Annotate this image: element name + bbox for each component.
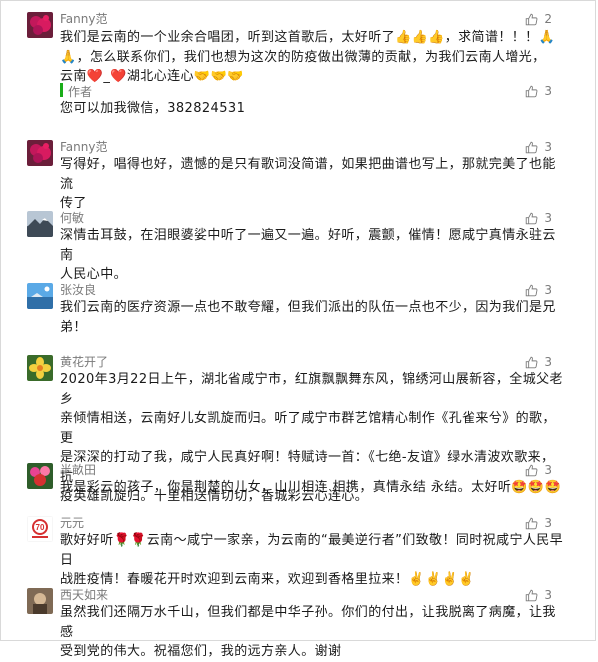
comment-author[interactable]: 西天如来: [60, 588, 108, 602]
like-count: 3: [544, 355, 552, 369]
like-button[interactable]: 2: [525, 12, 552, 26]
thumbs-up-outline-icon: [526, 464, 538, 476]
comment-line: 写得好，唱得也好，遗憾的是只有歌词没简谱，如果把曲谱也写上，那就完美了也能流: [60, 157, 556, 192]
thumbs-up-outline-icon: [526, 589, 538, 601]
like-button[interactable]: 3: [525, 211, 552, 225]
comment-line: 歌好好听🌹🌹云南～咸宁一家亲，为云南的“最美逆行者”们致敬！同时祝咸宁人民早日: [60, 533, 564, 568]
comment-author[interactable]: 半畝田: [60, 463, 96, 477]
comment-author[interactable]: 张汝良: [60, 283, 96, 297]
like-button[interactable]: 3: [525, 140, 552, 154]
comment-text: 歌好好听🌹🌹云南～咸宁一家亲，为云南的“最美逆行者”们致敬！同时祝咸宁人民早日 …: [60, 531, 565, 590]
author-reply-marker: [60, 83, 63, 97]
comment-line: 我们是云南的一个业余合唱团，听到这首歌后，太好听了👍👍👍，求简谱！！！🙏: [60, 30, 556, 45]
comment-text: 我是彩云的孩子，你是荆楚的儿女，山川相连 相携，真情永结 永结。太好听🤩🤩🤩: [60, 478, 565, 498]
comment-author[interactable]: 元元: [60, 516, 84, 530]
comment-line: 2020年3月22日上午，湖北省咸宁市，红旗飘飘舞东风，锦绣河山展新容，全城父老…: [60, 372, 563, 407]
comment-text: 虽然我们还隔万水千山，但我们都是中华子孙。你们的付出，让我脱离了病魔，让我感 受…: [60, 603, 565, 662]
comment-text: 写得好，唱得也好，遗憾的是只有歌词没简谱，如果把曲谱也写上，那就完美了也能流 传…: [60, 155, 565, 214]
avatar[interactable]: [27, 12, 53, 38]
like-button[interactable]: 3: [525, 283, 552, 297]
like-button[interactable]: 3: [525, 588, 552, 602]
like-count: 3: [544, 140, 552, 154]
comment-line: 深情击耳鼓，在泪眼婆娑中听了一遍又一遍。好听，震颤，催情！愿咸宁真情永驻云南: [60, 228, 556, 263]
comment-line: 战胜疫情！春暖花开时欢迎到云南来，欢迎到香格里拉来！✌️✌️✌️✌️: [60, 572, 475, 587]
svg-text:70: 70: [36, 523, 45, 532]
thumbs-up-outline-icon: [526, 141, 538, 153]
like-count: 3: [544, 516, 552, 530]
avatar[interactable]: [27, 588, 53, 614]
comment-text: 深情击耳鼓，在泪眼婆娑中听了一遍又一遍。好听，震颤，催情！愿咸宁真情永驻云南 人…: [60, 226, 565, 285]
comment-line: 🙏，怎么联系你们，我们也想为这次的防疫做出微薄的贡献，为我们云南人增光，: [60, 49, 546, 65]
comment-line: 虽然我们还隔万水千山，但我们都是中华子孙。你们的付出，让我脱离了病魔，让我感: [60, 605, 556, 640]
avatar[interactable]: [27, 463, 53, 489]
like-button[interactable]: 3: [525, 355, 552, 369]
like-button[interactable]: 3: [525, 463, 552, 477]
comment-line: 云南❤️_❤️湖北心连心🤝🤝🤝: [60, 69, 244, 84]
like-count: 3: [544, 588, 552, 602]
comment-author[interactable]: 何敏: [60, 211, 84, 225]
comment-line: 传了: [60, 196, 87, 211]
comment-author[interactable]: Fanny范: [60, 12, 107, 26]
comment-line: 受到党的伟大。祝福您们，我的远方亲人。谢谢: [60, 644, 342, 659]
avatar[interactable]: [27, 355, 53, 381]
comment-line: 我是彩云的孩子，你是荆楚的儿女，山川相连 相携，真情永结 永结。太好听🤩🤩🤩: [60, 480, 562, 495]
comment-line: 弟！: [60, 319, 87, 335]
like-count: 2: [544, 12, 552, 26]
reply-like-button[interactable]: 3: [525, 84, 552, 98]
reply-text: 您可以加我微信，382824531: [60, 101, 246, 116]
avatar[interactable]: 70: [27, 516, 53, 542]
thumbs-up-outline-icon: [526, 517, 538, 529]
comment-author[interactable]: Fanny范: [60, 140, 107, 154]
like-button[interactable]: 3: [525, 516, 552, 530]
avatar[interactable]: [27, 283, 53, 309]
comment-text: 我们是云南的一个业余合唱团，听到这首歌后，太好听了👍👍👍，求简谱！！！🙏 🙏，怎…: [60, 28, 565, 87]
thumbs-up-outline-icon: [526, 85, 538, 97]
comment-line: 人民心中。: [60, 267, 128, 282]
comment-author[interactable]: 黄花开了: [60, 355, 108, 369]
avatar[interactable]: [27, 211, 53, 237]
thumbs-up-outline-icon: [526, 13, 538, 25]
thumbs-up-outline-icon: [526, 284, 538, 296]
avatar[interactable]: [27, 140, 53, 166]
comment-line: 亲倾情相送，云南好儿女凯旋而归。听了咸宁市群艺馆精心制作《孔雀来兮》的歌，更: [60, 411, 556, 446]
like-count: 3: [544, 283, 552, 297]
thumbs-up-outline-icon: [526, 356, 538, 368]
like-count: 3: [544, 84, 552, 98]
like-count: 3: [544, 211, 552, 225]
reply-author: 作者: [68, 85, 93, 99]
thumbs-up-outline-icon: [526, 212, 538, 224]
comment-line: 我们云南的医疗资源一点也不敢夸耀，但我们派出的队伍一点也不少，因为我们是兄: [60, 300, 556, 315]
comment-text: 我们云南的医疗资源一点也不敢夸耀，但我们派出的队伍一点也不少，因为我们是兄 弟！: [60, 298, 565, 337]
like-count: 3: [544, 463, 552, 477]
